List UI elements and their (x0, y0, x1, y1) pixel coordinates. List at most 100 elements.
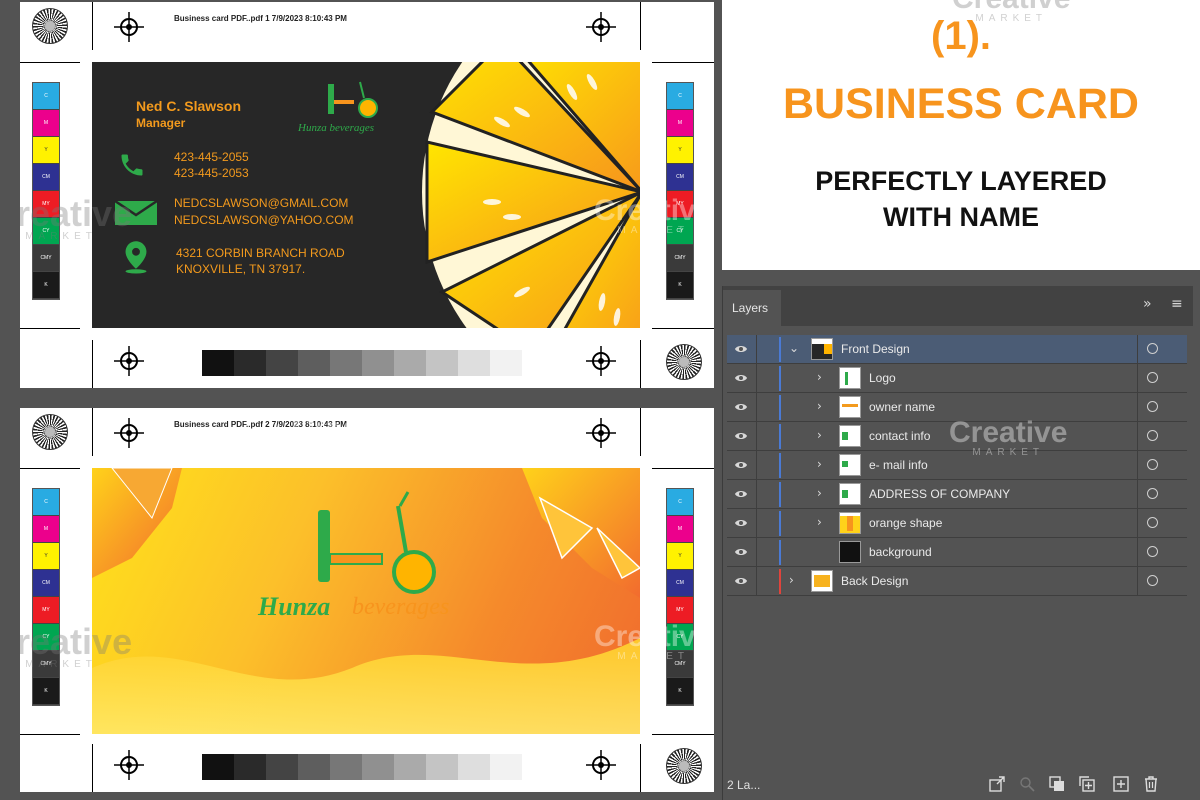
expand-chevron-icon[interactable]: › (817, 428, 822, 442)
registration-mark-icon (586, 418, 616, 448)
mail-icon (114, 200, 158, 225)
visibility-eye-icon[interactable] (734, 547, 748, 557)
layer-name: background (869, 545, 932, 559)
gray-step-swatch (298, 350, 330, 376)
target-circle-icon[interactable] (1147, 459, 1158, 470)
visibility-eye-icon[interactable] (734, 518, 748, 528)
layer-name: orange shape (869, 516, 943, 530)
expand-chevron-icon[interactable]: › (789, 573, 794, 587)
gray-step-swatch (330, 754, 362, 780)
color-swatch: C (33, 489, 59, 516)
gray-step-swatch (234, 350, 266, 376)
new-sublayer-icon[interactable] (1079, 776, 1095, 792)
gray-step-swatch (298, 754, 330, 780)
sheet-header: Business card PDF..pdf 2 7/9/2023 8:10:4… (174, 420, 347, 429)
registration-mark-icon (586, 12, 616, 42)
gray-step-swatch (202, 350, 234, 376)
visibility-eye-icon[interactable] (734, 431, 748, 441)
layer-thumbnail (839, 454, 861, 476)
layer-row[interactable]: › owner name (727, 393, 1187, 422)
target-circle-icon[interactable] (1147, 546, 1158, 557)
gray-step-swatch (330, 350, 362, 376)
color-swatch: MY (33, 597, 59, 624)
color-swatch: MY (667, 597, 693, 624)
color-swatch: Y (33, 137, 59, 164)
gray-step-swatch (490, 350, 522, 376)
registration-mark-icon (586, 346, 616, 376)
expand-chevron-icon[interactable]: › (817, 486, 822, 500)
promo-panel: (1). BUSINESS CARD PERFECTLY LAYERED WIT… (722, 0, 1200, 270)
registration-mark-icon (114, 750, 144, 780)
expand-chevron-icon[interactable]: › (817, 515, 822, 529)
export-icon[interactable] (989, 776, 1005, 792)
color-swatch: CMY (33, 245, 59, 272)
clipping-mask-icon[interactable] (1049, 776, 1065, 792)
layer-thumbnail (839, 512, 861, 534)
layer-row[interactable]: › Logo (727, 364, 1187, 393)
promo-title: BUSINESS CARD (783, 80, 1139, 128)
orange-slice-graphic (422, 62, 640, 328)
color-swatch: CY (667, 218, 693, 245)
color-swatch: CMY (667, 245, 693, 272)
starburst-mark-top-left (32, 8, 68, 44)
search-icon[interactable] (1019, 776, 1035, 792)
visibility-eye-icon[interactable] (734, 489, 748, 499)
target-circle-icon[interactable] (1147, 401, 1158, 412)
layers-panel: Layers » ≡ ⌄ Front Design › Logo › owner name… (722, 286, 1193, 800)
address-line-1: 4321 CORBIN BRANCH ROAD (176, 246, 345, 260)
target-circle-icon[interactable] (1147, 430, 1158, 441)
gray-step-swatch (266, 350, 298, 376)
expand-chevron-icon[interactable]: › (817, 370, 822, 384)
color-swatch: CY (33, 218, 59, 245)
registration-mark-icon (114, 12, 144, 42)
target-circle-icon[interactable] (1147, 343, 1158, 354)
color-swatch: MY (667, 191, 693, 218)
layer-row[interactable]: › ADDRESS OF COMPANY (727, 480, 1187, 509)
owner-title: Manager (136, 116, 186, 130)
new-layer-icon[interactable] (1113, 776, 1129, 792)
visibility-eye-icon[interactable] (734, 373, 748, 383)
brand-name: Hunza beverages (298, 122, 375, 134)
layer-row[interactable]: › Back Design (727, 567, 1187, 596)
print-sheet-back: Business card PDF..pdf 2 7/9/2023 8:10:4… (20, 408, 714, 792)
trash-icon[interactable] (1143, 776, 1159, 792)
layer-name: Logo (869, 371, 896, 385)
color-swatch: C (33, 83, 59, 110)
color-bar-right: C M Y CM MY CY CMY K (666, 488, 694, 706)
layer-row[interactable]: › orange shape (727, 509, 1187, 538)
layer-row[interactable]: › contact info (727, 422, 1187, 451)
layer-row[interactable]: background (727, 538, 1187, 567)
visibility-eye-icon[interactable] (734, 576, 748, 586)
visibility-eye-icon[interactable] (734, 460, 748, 470)
color-bar-left: C M Y CM MY CY CMY K (32, 488, 60, 706)
visibility-eye-icon[interactable] (734, 402, 748, 412)
target-circle-icon[interactable] (1147, 372, 1158, 383)
address-line-2: KNOXVILLE, TN 37917. (176, 262, 306, 276)
gray-step-bar (202, 754, 522, 780)
owner-name: Ned C. Slawson (136, 98, 242, 114)
visibility-eye-icon[interactable] (734, 344, 748, 354)
color-swatch: CY (33, 624, 59, 651)
gray-step-swatch (490, 754, 522, 780)
panel-menu-icon[interactable]: ≡ (1171, 296, 1183, 312)
tab-layers[interactable]: Layers (723, 290, 781, 326)
target-circle-icon[interactable] (1147, 488, 1158, 499)
target-circle-icon[interactable] (1147, 517, 1158, 528)
color-swatch: CM (667, 570, 693, 597)
color-swatch: M (667, 110, 693, 137)
sheet-header: Business card PDF..pdf 1 7/9/2023 8:10:4… (174, 14, 347, 23)
promo-number: (1). (931, 14, 991, 58)
color-swatch: M (33, 110, 59, 137)
target-circle-icon[interactable] (1147, 575, 1158, 586)
phone-2: 423-445-2053 (174, 166, 249, 180)
layer-row[interactable]: ⌄ Front Design (727, 335, 1187, 364)
expand-chevron-icon[interactable]: ⌄ (789, 341, 799, 355)
gray-step-swatch (426, 350, 458, 376)
phone-icon (121, 154, 143, 176)
expand-chevron-icon[interactable]: › (817, 457, 822, 471)
expand-chevron-icon[interactable]: › (817, 399, 822, 413)
layer-row[interactable]: › e- mail info (727, 451, 1187, 480)
registration-mark-icon (586, 750, 616, 780)
collapse-panel-icon[interactable]: » (1143, 296, 1152, 312)
juice-logo-icon (328, 81, 378, 118)
